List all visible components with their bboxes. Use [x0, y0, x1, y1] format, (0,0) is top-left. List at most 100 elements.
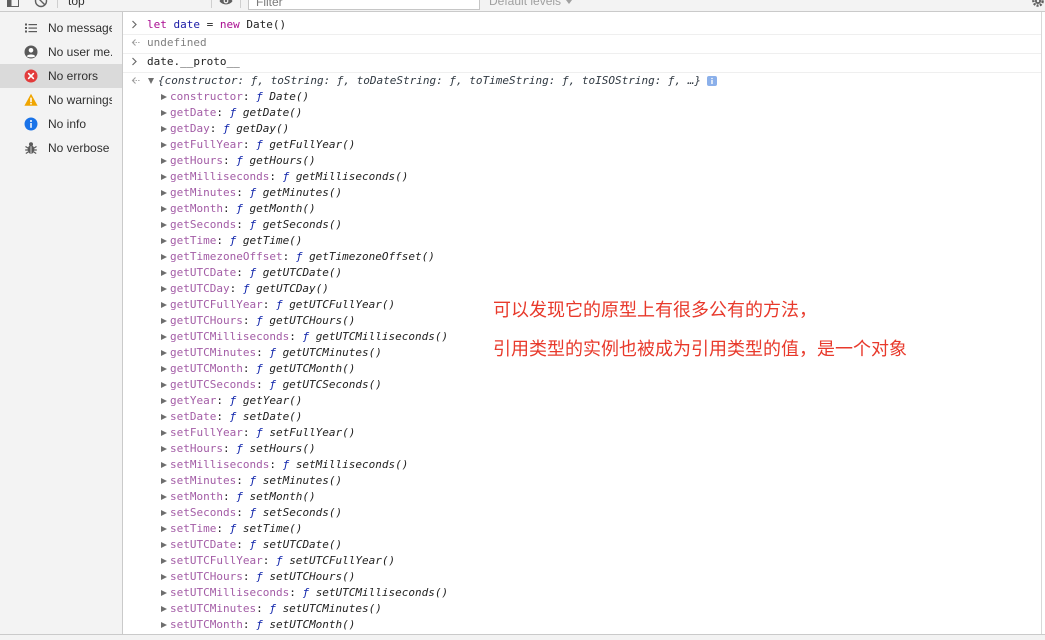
proto-property-row[interactable]: getTime: ƒ getTime(): [123, 233, 1041, 249]
expand-triangle-icon[interactable]: [161, 445, 167, 452]
sidebar-item-user-messages[interactable]: No user me...: [0, 40, 122, 64]
function-glyph: ƒ: [229, 394, 237, 407]
proto-property-row[interactable]: setUTCMilliseconds: ƒ setUTCMilliseconds(): [123, 585, 1041, 601]
expand-triangle-icon[interactable]: [161, 109, 167, 116]
expand-triangle-icon[interactable]: [161, 237, 167, 244]
proto-property-row[interactable]: getUTCDay: ƒ getUTCDay(): [123, 281, 1041, 297]
expand-triangle-icon[interactable]: [161, 301, 167, 308]
proto-property-row[interactable]: getDate: ƒ getDate(): [123, 105, 1041, 121]
expand-triangle-icon[interactable]: [161, 573, 167, 580]
proto-property-row[interactable]: setUTCMonth: ƒ setUTCMonth(): [123, 617, 1041, 633]
expand-triangle-icon[interactable]: [161, 477, 167, 484]
expand-triangle-icon[interactable]: [161, 413, 167, 420]
proto-property-row[interactable]: getYear: ƒ getYear(): [123, 393, 1041, 409]
expand-triangle-icon[interactable]: [161, 221, 167, 228]
expand-triangle-icon[interactable]: [161, 589, 167, 596]
proto-property-row[interactable]: getMilliseconds: ƒ getMilliseconds(): [123, 169, 1041, 185]
proto-property-row[interactable]: getSeconds: ƒ getSeconds(): [123, 217, 1041, 233]
expand-triangle-icon[interactable]: [161, 381, 167, 388]
property-entry: getFullYear: ƒ getFullYear(): [170, 137, 355, 153]
proto-property-row[interactable]: setUTCHours: ƒ setUTCHours(): [123, 569, 1041, 585]
proto-property-row[interactable]: setFullYear: ƒ setFullYear(): [123, 425, 1041, 441]
proto-property-row[interactable]: getUTCDate: ƒ getUTCDate(): [123, 265, 1041, 281]
property-name: getUTCDay: [170, 282, 230, 295]
proto-property-row[interactable]: setUTCMinutes: ƒ setUTCMinutes(): [123, 601, 1041, 617]
expand-triangle-icon[interactable]: [161, 349, 167, 356]
expand-triangle-icon[interactable]: [161, 541, 167, 548]
object-preview[interactable]: {constructor: ƒ, toString: ƒ, toDateStri…: [158, 73, 701, 89]
proto-property-row[interactable]: getUTCSeconds: ƒ getUTCSeconds(): [123, 377, 1041, 393]
property-separator: :: [242, 618, 250, 631]
proto-property-row[interactable]: setHours: ƒ setHours(): [123, 441, 1041, 457]
expand-triangle-icon[interactable]: [161, 493, 167, 500]
expand-triangle-icon[interactable]: [161, 253, 167, 260]
expand-triangle-icon[interactable]: [161, 125, 167, 132]
property-separator: :: [216, 106, 223, 119]
console-messages[interactable]: let date = new Date() undefined date.__p…: [123, 12, 1042, 634]
property-entry: setUTCDate: ƒ setUTCDate(): [170, 537, 342, 553]
expand-triangle-icon[interactable]: [161, 285, 167, 292]
sidebar-item-warnings[interactable]: No warnings: [0, 88, 122, 112]
expand-triangle-icon[interactable]: [161, 429, 167, 436]
warning-icon: [24, 93, 38, 107]
proto-property-row[interactable]: setSeconds: ƒ setSeconds(): [123, 505, 1041, 521]
function-glyph: ƒ: [249, 218, 257, 231]
info-icon[interactable]: [707, 76, 717, 86]
expand-triangle-icon[interactable]: [161, 205, 167, 212]
function-glyph: ƒ: [229, 410, 237, 423]
proto-property-row[interactable]: setMinutes: ƒ setMinutes(): [123, 473, 1041, 489]
console-input-line[interactable]: date.__proto__: [123, 54, 1041, 70]
log-levels-dropdown[interactable]: Default levels: [489, 0, 573, 11]
proto-property-row[interactable]: getMinutes: ƒ getMinutes(): [123, 185, 1041, 201]
expand-triangle-icon[interactable]: [161, 461, 167, 468]
function-name: setDate(): [242, 410, 303, 423]
proto-property-row[interactable]: setMonth: ƒ setMonth(): [123, 489, 1041, 505]
property-name: getMinutes: [170, 186, 237, 199]
console-input-line[interactable]: let date = new Date(): [123, 17, 1041, 33]
expand-triangle-icon[interactable]: [161, 317, 167, 324]
proto-property-row[interactable]: setUTCDate: ƒ setUTCDate(): [123, 537, 1041, 553]
proto-property-row[interactable]: getDay: ƒ getDay(): [123, 121, 1041, 137]
expand-triangle-icon[interactable]: [161, 525, 167, 532]
sidebar-toggle-icon[interactable]: [6, 0, 20, 8]
expand-triangle-icon[interactable]: [161, 141, 167, 148]
function-name: setUTCHours(): [269, 570, 356, 583]
collapse-triangle-icon[interactable]: [148, 78, 154, 84]
sidebar-item-info[interactable]: No info: [0, 112, 122, 136]
proto-property-row[interactable]: setMilliseconds: ƒ setMilliseconds(): [123, 457, 1041, 473]
filter-input[interactable]: [248, 0, 480, 10]
expand-triangle-icon[interactable]: [161, 397, 167, 404]
expand-triangle-icon[interactable]: [161, 509, 167, 516]
sidebar-item-errors[interactable]: No errors: [0, 64, 122, 88]
proto-property-row[interactable]: setUTCFullYear: ƒ setUTCFullYear(): [123, 553, 1041, 569]
expand-triangle-icon[interactable]: [161, 157, 167, 164]
expand-triangle-icon[interactable]: [161, 173, 167, 180]
proto-property-row[interactable]: getFullYear: ƒ getFullYear(): [123, 137, 1041, 153]
function-glyph: ƒ: [256, 314, 263, 327]
expand-triangle-icon[interactable]: [161, 269, 167, 276]
proto-property-row[interactable]: getHours: ƒ getHours(): [123, 153, 1041, 169]
proto-property-row[interactable]: getTimezoneOffset: ƒ getTimezoneOffset(): [123, 249, 1041, 265]
expand-triangle-icon[interactable]: [161, 189, 167, 196]
expand-triangle-icon[interactable]: [161, 557, 167, 564]
proto-property-row[interactable]: getUTCMonth: ƒ getUTCMonth(): [123, 361, 1041, 377]
property-entry: setFullYear: ƒ setFullYear(): [170, 425, 355, 441]
proto-property-row[interactable]: constructor: ƒ Date(): [123, 89, 1041, 105]
sidebar-item-verbose[interactable]: No verbose: [0, 136, 122, 160]
proto-property-row[interactable]: getMonth: ƒ getMonth(): [123, 201, 1041, 217]
expand-triangle-icon[interactable]: [161, 621, 167, 628]
expand-triangle-icon[interactable]: [161, 93, 167, 100]
object-result-header[interactable]: {constructor: ƒ, toString: ƒ, toDateStri…: [123, 73, 1041, 89]
function-glyph: ƒ: [242, 282, 250, 295]
expand-triangle-icon[interactable]: [161, 333, 167, 340]
function-glyph: ƒ: [256, 138, 263, 151]
expand-triangle-icon[interactable]: [161, 365, 167, 372]
proto-property-row[interactable]: setDate: ƒ setDate(): [123, 409, 1041, 425]
settings-gear-icon[interactable]: [1031, 0, 1045, 8]
clear-console-icon[interactable]: [34, 0, 48, 8]
expand-triangle-icon[interactable]: [161, 605, 167, 612]
eye-icon[interactable]: [219, 0, 233, 8]
context-selector[interactable]: top: [68, 0, 85, 11]
sidebar-item-messages[interactable]: No messages: [0, 16, 122, 40]
proto-property-row[interactable]: setTime: ƒ setTime(): [123, 521, 1041, 537]
